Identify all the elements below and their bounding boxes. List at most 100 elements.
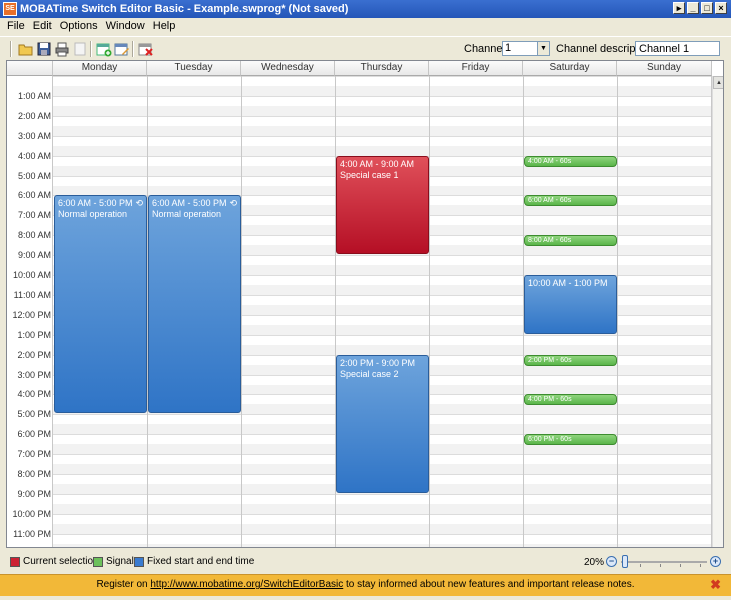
- day-header-sunday: Sunday: [617, 61, 712, 76]
- zoom-out-button[interactable]: −: [606, 556, 617, 567]
- zoom-slider-track[interactable]: [621, 561, 707, 563]
- menu-window[interactable]: Window: [103, 18, 150, 34]
- add-event-icon[interactable]: [96, 41, 112, 57]
- half-hour-band: [53, 503, 712, 514]
- day-header-wednesday: Wednesday: [241, 61, 335, 76]
- legend-current-selection: Current selection: [10, 556, 99, 567]
- register-info-bar: Register on http://www.mobatime.org/Swit…: [0, 574, 731, 596]
- event-label: Normal operation: [152, 209, 222, 220]
- time-column-header: [7, 61, 53, 76]
- day-header-monday: Monday: [53, 61, 147, 76]
- signal-event[interactable]: 4:00 AM - 60s: [524, 155, 617, 167]
- signal-event[interactable]: 6:00 PM - 60s: [524, 434, 617, 446]
- event-time: 6:00 AM - 5:00 PM: [58, 198, 133, 209]
- hour-label: 5:00 AM: [17, 170, 51, 181]
- toolbar-grip: [10, 41, 12, 57]
- menu-edit[interactable]: Edit: [30, 18, 57, 34]
- hour-row[interactable]: [53, 115, 712, 136]
- hour-row[interactable]: [53, 95, 712, 116]
- hour-label: 8:00 AM: [17, 230, 51, 241]
- hour-row[interactable]: [53, 493, 712, 514]
- zoom-in-button[interactable]: +: [710, 556, 721, 567]
- event-label: Normal operation: [58, 209, 128, 220]
- hour-label: 11:00 PM: [13, 528, 51, 539]
- info-prefix: Register on: [96, 579, 148, 590]
- zoom-slider-thumb[interactable]: [622, 555, 628, 568]
- day-column-divider: [429, 76, 430, 547]
- hour-label: 1:00 PM: [17, 329, 51, 340]
- fixed-time-event[interactable]: 10:00 AM - 1:00 PM: [524, 275, 617, 334]
- day-header-thursday: Thursday: [335, 61, 429, 76]
- app-icon: SE: [3, 2, 17, 16]
- half-hour-band: [53, 543, 712, 547]
- hour-row[interactable]: [53, 533, 712, 547]
- hour-label: 3:00 PM: [17, 369, 51, 380]
- toolbar-separator-2: [132, 41, 134, 57]
- hour-label: 8:00 PM: [17, 469, 51, 479]
- hour-label: 9:00 PM: [17, 488, 51, 499]
- hour-row[interactable]: [53, 76, 712, 96]
- close-icon[interactable]: ✖: [710, 575, 721, 595]
- hour-label: 10:00 AM: [12, 270, 51, 280]
- fixed-time-event[interactable]: 6:00 AM - 5:00 PM Normal operation ⟲: [54, 195, 147, 414]
- toolbar: Channel: 1 ▼ Channel description:: [0, 36, 731, 60]
- legend-label: Current selection: [23, 556, 99, 567]
- day-header-tuesday: Tuesday: [147, 61, 241, 76]
- half-hour-band: [53, 125, 712, 136]
- hour-label: 7:00 AM: [17, 210, 51, 221]
- window-controls: ▸ _ □ ×: [673, 2, 727, 14]
- restore-icon[interactable]: ▸: [673, 2, 685, 14]
- app-window: SE MOBATime Switch Editor Basic - Exampl…: [0, 0, 731, 600]
- fixed-time-event[interactable]: 6:00 AM - 5:00 PM Normal operation ⟲: [148, 195, 241, 414]
- legend-signal: Signal: [93, 556, 134, 567]
- chevron-down-icon[interactable]: ▼: [537, 42, 549, 55]
- channel-description-input[interactable]: [635, 41, 720, 56]
- hour-label: 2:00 PM: [17, 349, 51, 360]
- event-time: 4:00 AM - 9:00 AM: [340, 158, 415, 169]
- channel-select[interactable]: 1 ▼: [502, 41, 550, 56]
- selected-event[interactable]: 4:00 AM - 9:00 AM Special case 1: [336, 155, 429, 255]
- save-icon[interactable]: [36, 41, 52, 57]
- day-header-friday: Friday: [429, 61, 523, 76]
- channel-value: 1: [505, 42, 512, 54]
- vertical-scrollbar[interactable]: ▲: [712, 76, 723, 547]
- blank-icon[interactable]: [72, 41, 88, 57]
- hour-label: 6:00 AM: [17, 190, 51, 201]
- fixed-time-event[interactable]: 2:00 PM - 9:00 PM Special case 2: [336, 354, 429, 493]
- open-folder-icon[interactable]: [18, 41, 34, 57]
- half-hour-band: [53, 523, 712, 534]
- week-calendar[interactable]: Monday Tuesday Wednesday Thursday Friday…: [6, 60, 724, 548]
- hour-label: 1:00 AM: [17, 90, 51, 101]
- menu-help[interactable]: Help: [150, 18, 181, 34]
- hour-row[interactable]: [53, 135, 712, 156]
- minimize-button[interactable]: _: [687, 2, 699, 14]
- menu-options[interactable]: Options: [57, 18, 103, 34]
- signal-event[interactable]: 8:00 AM - 60s: [524, 235, 617, 247]
- event-time: 2:00 PM - 9:00 PM: [340, 357, 416, 368]
- hour-row[interactable]: [53, 513, 712, 534]
- delete-event-icon[interactable]: [138, 41, 154, 57]
- hour-label: 2:00 AM: [17, 110, 51, 121]
- zoom-tick: [680, 564, 681, 567]
- info-suffix: to stay informed about new features and …: [346, 579, 635, 590]
- event-time: 10:00 AM - 1:00 PM: [528, 278, 608, 288]
- menu-file[interactable]: File: [4, 18, 30, 34]
- hour-label: 6:00 PM: [17, 429, 51, 440]
- legend-fixed-time: Fixed start and end time: [134, 556, 254, 567]
- day-column-divider: [241, 76, 242, 547]
- hour-label: 11:00 AM: [13, 289, 51, 300]
- close-button[interactable]: ×: [715, 2, 727, 14]
- swatch-green: [93, 556, 103, 567]
- edit-event-icon[interactable]: [114, 41, 130, 57]
- scroll-up-icon[interactable]: ▲: [713, 76, 723, 89]
- event-label: Special case 1: [340, 169, 399, 180]
- window-title: MOBATime Switch Editor Basic - Example.s…: [20, 3, 349, 15]
- register-link[interactable]: http://www.mobatime.org/SwitchEditorBasi…: [150, 579, 343, 590]
- signal-event[interactable]: 6:00 AM - 60s: [524, 195, 617, 207]
- day-column-divider: [52, 76, 53, 547]
- legend-label: Signal: [106, 556, 134, 567]
- signal-event[interactable]: 4:00 PM - 60s: [524, 394, 617, 406]
- maximize-button[interactable]: □: [701, 2, 713, 14]
- signal-event[interactable]: 2:00 PM - 60s: [524, 354, 617, 366]
- print-icon[interactable]: [54, 41, 70, 57]
